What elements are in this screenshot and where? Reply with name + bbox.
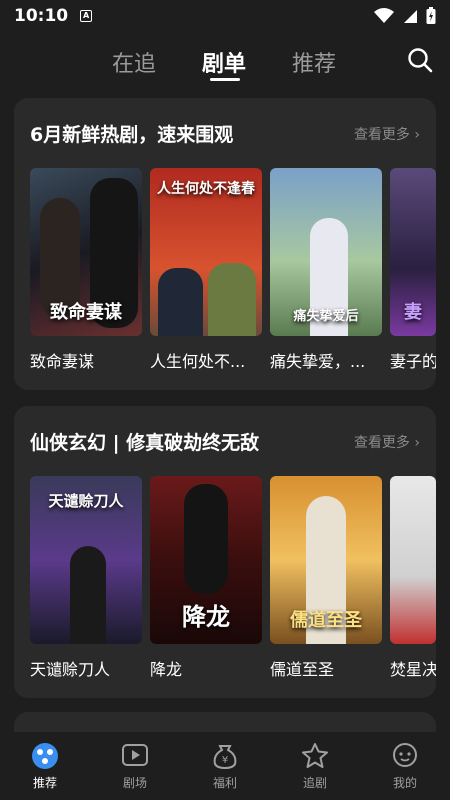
status-time: 10:10	[14, 6, 69, 26]
tab-playlist[interactable]: 剧单	[202, 46, 246, 78]
status-right	[374, 7, 436, 25]
bottom-tab-recommend[interactable]: 推荐	[0, 732, 90, 800]
poster-title: 痛失挚爱后	[293, 309, 359, 324]
poster-title: 儒道至圣	[290, 610, 362, 631]
status-bar: 10:10 A	[0, 0, 450, 32]
poster-card[interactable]	[390, 476, 436, 644]
bottom-tab-label: 推荐	[32, 776, 57, 790]
a-icon: A	[80, 10, 93, 22]
drama-title[interactable]: 妻子的	[390, 348, 436, 372]
section-title: 仙侠玄幻 | 修真破劫终无敌	[30, 432, 260, 454]
play-icon	[122, 744, 148, 766]
signal-icon	[404, 10, 417, 23]
tab-recommend[interactable]: 推荐	[292, 46, 336, 78]
section-title: 6月新鲜热剧，速来围观	[30, 124, 234, 146]
poster-card[interactable]: 降龙	[150, 476, 262, 644]
poster-card[interactable]: 人生何处不逢春	[150, 168, 262, 336]
wifi-icon	[374, 8, 394, 23]
poster-card[interactable]: 儒道至圣	[270, 476, 382, 644]
top-nav: 在追 剧单 推荐	[0, 40, 450, 90]
poster-title: 天谴赊刀人	[48, 492, 124, 510]
poster-title: 妻	[404, 302, 422, 323]
bottom-tab-profile[interactable]: 我的	[360, 732, 450, 800]
battery-icon	[426, 7, 436, 24]
search-icon[interactable]	[406, 46, 434, 74]
active-tab-indicator	[210, 78, 240, 81]
drama-title[interactable]: 儒道至圣	[270, 656, 382, 680]
poster-title: 降龙	[182, 602, 230, 631]
bottom-tab-follow[interactable]: 追剧	[270, 732, 360, 800]
poster-card[interactable]: 妻	[390, 168, 436, 336]
poster-row: 天谴赊刀人 天谴赊刀人 降龙 降龙 儒道至圣 儒道至圣 焚星决	[30, 476, 436, 686]
see-more-link[interactable]: 查看更多 ›	[354, 124, 420, 144]
recommend-icon	[32, 743, 58, 769]
poster-card[interactable]: 天谴赊刀人	[30, 476, 142, 644]
drama-title[interactable]: 人生何处不...	[150, 348, 262, 372]
poster-card[interactable]: 致命妻谋	[30, 168, 142, 336]
bottom-nav: 推荐 剧场 ¥ 福利 追剧 我的	[0, 732, 450, 800]
see-more-link[interactable]: 查看更多 ›	[354, 432, 420, 452]
drama-title[interactable]: 焚星决	[390, 656, 436, 680]
profile-icon	[393, 743, 417, 767]
welfare-icon: ¥	[213, 745, 237, 770]
poster-row: 致命妻谋 致命妻谋 人生何处不逢春 人生何处不... 痛失挚爱后 痛失挚爱，..…	[30, 168, 436, 378]
tab-following[interactable]: 在追	[112, 46, 156, 78]
section-card-1: 6月新鲜热剧，速来围观 查看更多 › 致命妻谋 致命妻谋 人生何处不逢春 人生何…	[14, 98, 436, 390]
poster-title: 人生何处不逢春	[157, 181, 255, 197]
drama-title[interactable]: 致命妻谋	[30, 348, 142, 372]
follow-icon	[302, 743, 328, 768]
section-card-2: 仙侠玄幻 | 修真破劫终无敌 查看更多 › 天谴赊刀人 天谴赊刀人 降龙 降龙 …	[14, 406, 436, 698]
bottom-tab-welfare[interactable]: ¥ 福利	[180, 732, 270, 800]
chevron-right-icon: ›	[414, 127, 420, 143]
bottom-tab-label: 福利	[212, 776, 237, 790]
chevron-right-icon: ›	[414, 435, 420, 451]
poster-card[interactable]: 痛失挚爱后	[270, 168, 382, 336]
poster-title: 致命妻谋	[50, 302, 122, 323]
bottom-tab-label: 剧场	[122, 776, 147, 790]
drama-title[interactable]: 降龙	[150, 656, 262, 680]
drama-title[interactable]: 痛失挚爱，...	[270, 348, 382, 372]
bottom-tab-label: 追剧	[302, 776, 327, 790]
bottom-tab-label: 我的	[392, 776, 417, 790]
svg-text:¥: ¥	[222, 755, 228, 766]
bottom-tab-theater[interactable]: 剧场	[90, 732, 180, 800]
drama-title[interactable]: 天谴赊刀人	[30, 656, 142, 680]
